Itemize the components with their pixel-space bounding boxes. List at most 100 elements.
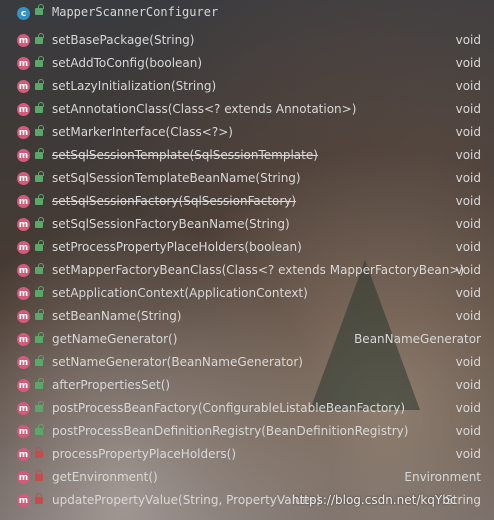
public-lock-icon — [35, 125, 44, 136]
method-signature: postProcessBeanFactory(ConfigurableLista… — [52, 401, 406, 415]
public-lock-icon — [35, 33, 44, 44]
method-return-type: void — [455, 125, 481, 139]
method-icon: m — [17, 103, 30, 116]
method-signature: getEnvironment() — [52, 470, 158, 484]
public-lock-icon — [35, 56, 44, 67]
public-lock-icon — [35, 355, 44, 366]
method-signature: updatePropertyValue(String, PropertyValu… — [52, 493, 321, 507]
method-row[interactable]: m postProcessBeanDefinitionRegistry(BeanD… — [0, 420, 494, 443]
method-icon: m — [17, 264, 30, 277]
method-icon: m — [17, 195, 30, 208]
method-return-type: String — [445, 493, 481, 507]
method-icon: m — [17, 172, 30, 185]
method-icon: m — [17, 34, 30, 47]
method-signature: setSqlSessionTemplateBeanName(String) — [52, 171, 301, 185]
public-lock-icon — [35, 424, 44, 435]
method-row[interactable]: m setSqlSessionTemplate(SqlSessionTemplat… — [0, 144, 494, 167]
method-icon: m — [17, 425, 30, 438]
structure-popup: c MapperScannerConfigurer m setBasePackag… — [0, 0, 494, 520]
method-return-type: void — [455, 286, 481, 300]
method-signature: getNameGenerator() — [52, 332, 178, 346]
method-signature: setAnnotationClass(Class<? extends Annot… — [52, 102, 357, 116]
method-row[interactable]: m setMapperFactoryBeanClass(Class<? exten… — [0, 259, 494, 282]
method-signature: setSqlSessionFactoryBeanName(String) — [52, 217, 290, 231]
method-icon: m — [17, 57, 30, 70]
method-row[interactable]: m afterPropertiesSet() void — [0, 374, 494, 397]
method-signature: processPropertyPlaceHolders() — [52, 447, 237, 461]
method-row[interactable]: m setAddToConfig(boolean) void — [0, 52, 494, 75]
method-return-type: void — [455, 424, 481, 438]
method-return-type: void — [455, 171, 481, 185]
method-row[interactable]: m postProcessBeanFactory(ConfigurableList… — [0, 397, 494, 420]
method-icon: m — [17, 149, 30, 162]
method-return-type: void — [455, 33, 481, 47]
method-signature: setMapperFactoryBeanClass(Class<? extend… — [52, 263, 465, 277]
method-icon: m — [17, 126, 30, 139]
method-return-type: void — [455, 79, 481, 93]
public-lock-icon — [35, 309, 44, 320]
method-icon: m — [17, 80, 30, 93]
method-signature: setProcessPropertyPlaceHolders(boolean) — [52, 240, 302, 254]
method-icon: m — [17, 241, 30, 254]
private-lock-icon — [35, 493, 43, 504]
method-return-type: void — [455, 56, 481, 70]
method-icon: m — [17, 379, 30, 392]
public-lock-icon — [35, 240, 44, 251]
method-row[interactable]: m setLazyInitialization(String) void — [0, 75, 494, 98]
public-lock-icon — [35, 378, 44, 389]
public-lock-icon — [35, 217, 44, 228]
method-signature: setAddToConfig(boolean) — [52, 56, 203, 70]
method-icon: m — [17, 287, 30, 300]
method-signature: setMarkerInterface(Class<?>) — [52, 125, 233, 139]
method-icon: m — [17, 448, 30, 461]
method-row[interactable]: m setMarkerInterface(Class<?>) void — [0, 121, 494, 144]
method-row[interactable]: m setSqlSessionFactory(SqlSessionFactory)… — [0, 190, 494, 213]
method-row[interactable]: m setSqlSessionTemplateBeanName(String) vo… — [0, 167, 494, 190]
method-return-type: void — [455, 401, 481, 415]
public-lock-icon — [35, 286, 44, 297]
method-row[interactable]: m setSqlSessionFactoryBeanName(String) voi… — [0, 213, 494, 236]
method-row[interactable]: m setAnnotationClass(Class<? extends Anno… — [0, 98, 494, 121]
method-signature: setBeanName(String) — [52, 309, 182, 323]
public-lock-icon — [35, 148, 44, 159]
method-return-type: void — [455, 194, 481, 208]
method-signature: setApplicationContext(ApplicationContext… — [52, 286, 308, 300]
method-return-type: void — [455, 447, 481, 461]
private-lock-icon — [35, 447, 43, 458]
method-row[interactable]: m updatePropertyValue(String, PropertyVal… — [0, 489, 494, 512]
method-return-type: void — [455, 263, 481, 277]
method-return-type: void — [455, 102, 481, 116]
method-signature: setLazyInitialization(String) — [52, 79, 217, 93]
method-icon: m — [17, 310, 30, 323]
public-lock-icon — [35, 263, 44, 274]
method-return-type: BeanNameGenerator — [354, 332, 481, 346]
method-row[interactable]: m setBasePackage(String) void — [0, 29, 494, 52]
method-return-type: void — [455, 309, 481, 323]
public-lock-icon — [35, 79, 44, 90]
method-row[interactable]: m processPropertyPlaceHolders() void — [0, 443, 494, 466]
method-signature: setSqlSessionTemplate(SqlSessionTemplate… — [52, 148, 318, 162]
method-row[interactable]: m setBeanName(String) void — [0, 305, 494, 328]
method-icon: m — [17, 471, 30, 484]
public-lock-icon — [35, 171, 44, 182]
method-return-type: void — [455, 240, 481, 254]
method-signature: postProcessBeanDefinitionRegistry(BeanDe… — [52, 424, 409, 438]
private-lock-icon — [35, 470, 43, 481]
method-icon: m — [17, 402, 30, 415]
method-icon: m — [17, 494, 30, 507]
public-lock-icon — [35, 102, 44, 113]
method-signature: setSqlSessionFactory(SqlSessionFactory) — [52, 194, 297, 208]
method-icon: m — [17, 356, 30, 369]
method-row[interactable]: m setNameGenerator(BeanNameGenerator) void — [0, 351, 494, 374]
method-return-type: Environment — [404, 470, 481, 484]
method-row[interactable]: m setProcessPropertyPlaceHolders(boolean)… — [0, 236, 494, 259]
class-name: MapperScannerConfigurer — [52, 5, 219, 19]
method-icon: m — [17, 218, 30, 231]
method-row[interactable]: m getNameGenerator() BeanNameGenerator — [0, 328, 494, 351]
method-signature: afterPropertiesSet() — [52, 378, 171, 392]
class-header[interactable]: c MapperScannerConfigurer — [0, 0, 494, 26]
method-row[interactable]: m getEnvironment() Environment — [0, 466, 494, 489]
method-row[interactable]: m setApplicationContext(ApplicationContex… — [0, 282, 494, 305]
method-return-type: void — [455, 217, 481, 231]
class-icon: c — [17, 7, 30, 20]
